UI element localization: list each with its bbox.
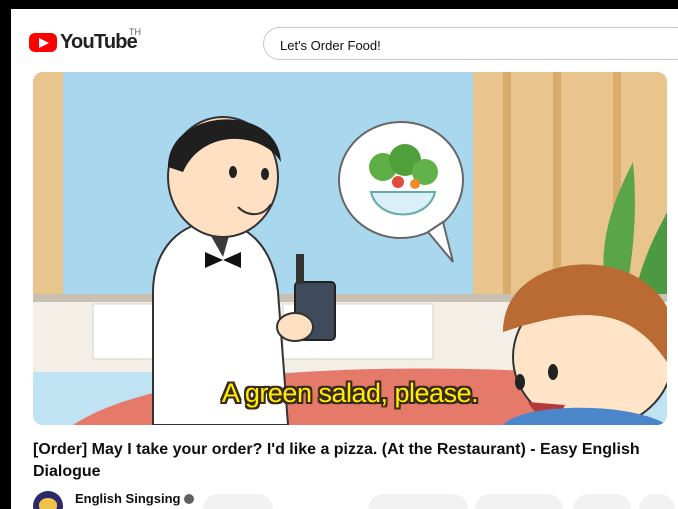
save-button[interactable]	[573, 494, 631, 509]
browser-frame: YouTube TH Let's Order Food! A green sal…	[11, 9, 678, 509]
more-actions-button[interactable]	[639, 494, 675, 509]
search-box[interactable]	[263, 27, 678, 60]
like-dislike-button[interactable]	[368, 494, 468, 509]
share-button[interactable]	[475, 494, 563, 509]
logo-country-code: TH	[129, 27, 141, 37]
logo-text: YouTube	[60, 31, 138, 53]
channel-name: English Singsing	[75, 491, 181, 506]
video-player[interactable]: A green salad, please.	[33, 72, 667, 425]
channel-name-row[interactable]: English Singsing	[75, 491, 195, 506]
youtube-logo[interactable]: YouTube TH	[29, 27, 141, 54]
search-input[interactable]	[278, 35, 662, 55]
video-frame-illustration	[33, 72, 667, 425]
video-meta-row: English Singsing	[33, 487, 678, 509]
channel-avatar[interactable]	[33, 491, 63, 509]
masthead: YouTube TH	[11, 9, 678, 69]
video-title: [Order] May I take your order? I'd like …	[33, 441, 640, 480]
subscribe-button[interactable]	[203, 494, 273, 509]
verified-badge-icon	[184, 494, 195, 504]
video-caption: A green salad, please.	[221, 378, 479, 408]
youtube-play-icon	[29, 33, 57, 52]
